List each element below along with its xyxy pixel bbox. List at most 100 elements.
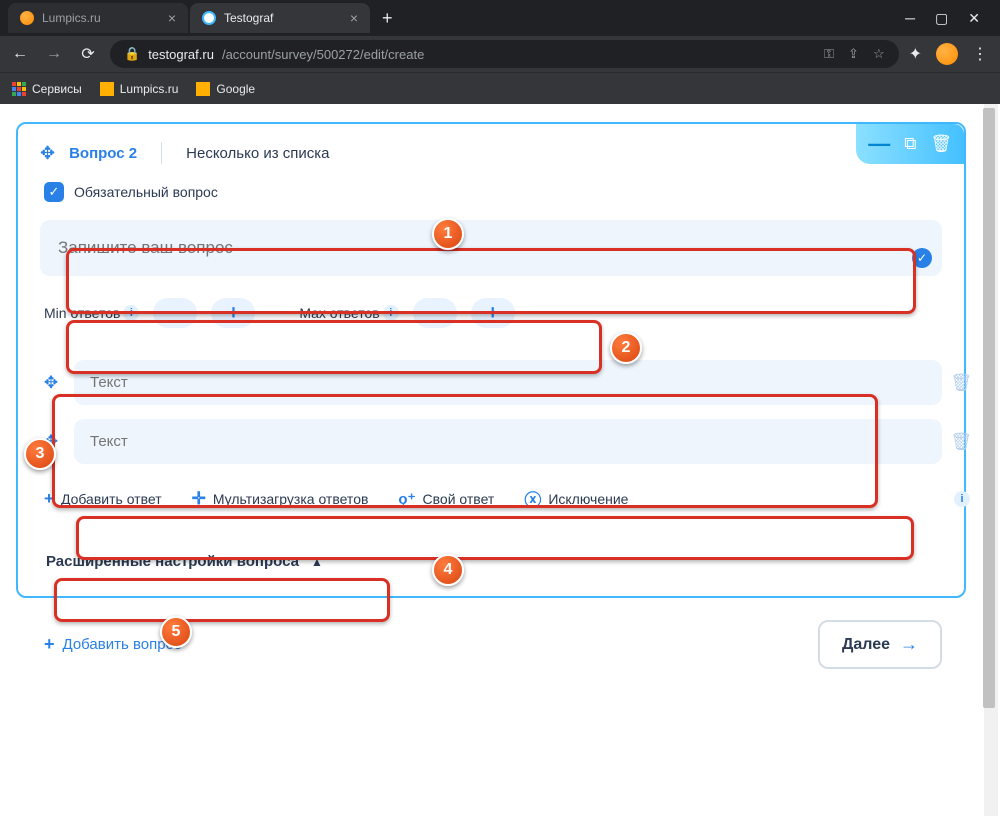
footer-row: + Добавить вопрос Далее →	[16, 598, 966, 677]
question-number: Вопрос 2	[69, 145, 137, 162]
chevron-up-icon: ▲	[311, 555, 323, 569]
folder-icon	[196, 82, 210, 96]
info-icon[interactable]: i	[383, 305, 399, 321]
arrow-right-icon: →	[900, 634, 918, 655]
close-window-icon[interactable]: ✕	[968, 10, 980, 27]
answers-block: ✥ 🗑 ✥ 🗑 + Добавить ответ ✛ Мультизагрузк…	[40, 360, 942, 519]
minimize-question-icon[interactable]: —	[868, 131, 890, 157]
exclusion-label: Исключение	[548, 491, 628, 507]
menu-icon[interactable]: ⋮	[972, 44, 988, 64]
folder-icon	[100, 82, 114, 96]
advanced-settings-toggle[interactable]: Расширенные настройки вопроса ▲	[40, 539, 942, 574]
info-icon[interactable]: i	[123, 305, 139, 321]
add-question-button[interactable]: + Добавить вопрос	[44, 634, 181, 655]
min-increase-button[interactable]: +	[211, 298, 255, 328]
delete-answer-icon[interactable]: 🗑	[950, 432, 972, 452]
checkbox-checked-icon[interactable]: ✓	[44, 182, 64, 202]
new-tab-button[interactable]: +	[372, 8, 403, 29]
bulk-upload-label: Мультизагрузка ответов	[213, 491, 369, 507]
tab-testograf[interactable]: Testograf ×	[190, 3, 370, 33]
add-answer-label: Добавить ответ	[61, 491, 162, 507]
question-input-wrap: ✓	[40, 220, 942, 276]
required-checkbox-row: ✓ Обязательный вопрос	[40, 182, 942, 202]
url-field[interactable]: 🔒 testograf.ru/account/survey/500272/edi…	[110, 40, 899, 68]
window-controls: ─ ▢ ✕	[905, 10, 992, 27]
question-header: ✥ Вопрос 2 Несколько из списка — ⧉ 🗑	[40, 142, 942, 164]
add-question-label: Добавить вопрос	[63, 636, 182, 653]
star-icon[interactable]: ☆	[873, 46, 885, 62]
next-button[interactable]: Далее →	[818, 620, 942, 669]
own-answer-button[interactable]: ǫ⁺ Свой ответ	[398, 490, 494, 508]
lock-icon: 🔒	[124, 46, 140, 62]
maximize-icon[interactable]: ▢	[935, 10, 948, 27]
favicon-icon	[202, 11, 216, 25]
bookmark-label: Google	[216, 82, 255, 96]
address-bar: ← → ⟳ 🔒 testograf.ru/account/survey/5002…	[0, 36, 1000, 72]
reload-icon[interactable]: ⟳	[76, 44, 100, 64]
required-label: Обязательный вопрос	[74, 184, 218, 200]
confirm-icon[interactable]: ✓	[912, 248, 932, 268]
add-answer-button[interactable]: + Добавить ответ	[44, 489, 162, 509]
bulk-upload-button[interactable]: ✛ Мультизагрузка ответов	[192, 489, 369, 509]
close-icon[interactable]: ×	[168, 10, 176, 26]
tab-title: Lumpics.ru	[42, 11, 101, 25]
scrollbar-track[interactable]	[984, 104, 998, 816]
bookmark-label: Lumpics.ru	[120, 82, 179, 96]
answer-input[interactable]	[74, 360, 942, 405]
url-domain: testograf.ru	[148, 47, 214, 62]
sparkle-plus-icon: ✛	[192, 489, 206, 509]
back-icon[interactable]: ←	[8, 45, 32, 63]
answer-input[interactable]	[74, 419, 942, 464]
drag-icon[interactable]: ✥	[40, 432, 62, 452]
tab-title: Testograf	[224, 11, 273, 25]
min-decrease-button[interactable]: −	[153, 298, 197, 328]
delete-icon[interactable]: 🗑	[930, 134, 952, 154]
plus-icon: +	[44, 489, 54, 509]
apps-icon	[12, 82, 26, 96]
share-icon[interactable]: ⇪	[848, 46, 859, 62]
exclusion-button[interactable]: ⓧ Исключение	[524, 486, 628, 511]
min-label: Min ответовi	[44, 305, 139, 321]
bookmark-lumpics[interactable]: Lumpics.ru	[100, 82, 179, 96]
page-content: ✥ Вопрос 2 Несколько из списка — ⧉ 🗑 ✓ О…	[0, 104, 1000, 816]
max-label: Max ответовi	[299, 305, 398, 321]
bookmark-apps[interactable]: Сервисы	[12, 82, 82, 96]
url-path: /account/survey/500272/edit/create	[222, 47, 424, 62]
key-icon[interactable]: ⚿	[824, 46, 834, 62]
extensions-icon[interactable]: ✦	[909, 44, 922, 64]
question-actions: — ⧉ 🗑	[856, 124, 964, 164]
bookmark-label: Сервисы	[32, 82, 82, 96]
answer-actions-row: + Добавить ответ ✛ Мультизагрузка ответо…	[40, 478, 942, 519]
minimize-icon[interactable]: ─	[905, 10, 915, 27]
tab-strip: Lumpics.ru × Testograf × + ─ ▢ ✕	[0, 0, 1000, 36]
advanced-label: Расширенные настройки вопроса	[46, 553, 299, 570]
plus-icon: +	[44, 634, 55, 655]
max-increase-button[interactable]: +	[471, 298, 515, 328]
close-icon[interactable]: ×	[350, 10, 358, 26]
next-label: Далее	[842, 636, 890, 654]
browser-chrome: Lumpics.ru × Testograf × + ─ ▢ ✕ ← → ⟳ 🔒…	[0, 0, 1000, 104]
question-card: ✥ Вопрос 2 Несколько из списка — ⧉ 🗑 ✓ О…	[16, 122, 966, 598]
move-icon[interactable]: ✥	[40, 143, 55, 164]
favicon-icon	[20, 11, 34, 25]
scrollbar-thumb[interactable]	[983, 108, 995, 708]
delete-answer-icon[interactable]: 🗑	[950, 373, 972, 393]
own-answer-icon: ǫ⁺	[398, 490, 415, 508]
forward-icon[interactable]: →	[42, 45, 66, 63]
own-answer-label: Свой ответ	[423, 491, 495, 507]
answer-row: ✥ 🗑	[40, 360, 942, 405]
tab-lumpics[interactable]: Lumpics.ru ×	[8, 3, 188, 33]
min-max-row: Min ответовi − + Max ответовi − +	[40, 290, 942, 336]
question-type: Несколько из списка	[186, 145, 329, 162]
bookmark-google[interactable]: Google	[196, 82, 255, 96]
answer-row: ✥ 🗑	[40, 419, 942, 464]
exclusion-icon: ⓧ	[524, 486, 541, 511]
divider	[161, 142, 162, 164]
profile-avatar[interactable]	[936, 43, 958, 65]
copy-icon[interactable]: ⧉	[904, 134, 916, 154]
info-icon[interactable]: i	[954, 491, 970, 507]
max-decrease-button[interactable]: −	[413, 298, 457, 328]
bookmark-bar: Сервисы Lumpics.ru Google	[0, 72, 1000, 104]
question-text-input[interactable]	[40, 220, 942, 276]
drag-icon[interactable]: ✥	[40, 373, 62, 393]
